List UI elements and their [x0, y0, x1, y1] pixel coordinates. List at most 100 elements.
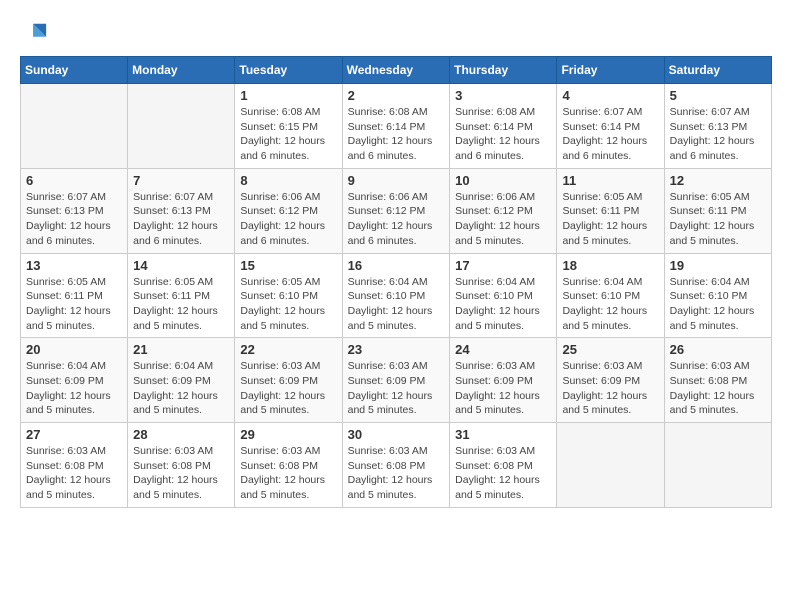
calendar-cell: 14Sunrise: 6:05 AM Sunset: 6:11 PM Dayli… [128, 253, 235, 338]
calendar-cell: 1 Sunrise: 6:08 AM Sunset: 6:15 PM Daylig… [235, 84, 342, 169]
calendar-cell: 28Sunrise: 6:03 AM Sunset: 6:08 PM Dayli… [128, 423, 235, 508]
calendar-cell: 8 Sunrise: 6:06 AM Sunset: 6:12 PM Daylig… [235, 168, 342, 253]
calendar-cell: 3 Sunrise: 6:08 AM Sunset: 6:14 PM Daylig… [450, 84, 557, 169]
day-number: 1 [240, 88, 336, 103]
day-info: Sunrise: 6:03 AM Sunset: 6:08 PM Dayligh… [348, 444, 445, 503]
day-info: Sunrise: 6:03 AM Sunset: 6:09 PM Dayligh… [562, 359, 658, 418]
day-info: Sunrise: 6:07 AM Sunset: 6:13 PM Dayligh… [670, 105, 766, 164]
day-info: Sunrise: 6:04 AM Sunset: 6:09 PM Dayligh… [133, 359, 229, 418]
day-info: Sunrise: 6:04 AM Sunset: 6:10 PM Dayligh… [348, 275, 445, 334]
calendar-cell: 11 Sunrise: 6:05 AM Sunset: 6:11 PM Dayli… [557, 168, 664, 253]
day-info: Sunrise: 6:08 AM Sunset: 6:14 PM Dayligh… [455, 105, 551, 164]
page-header [20, 20, 772, 48]
calendar-cell: 19 Sunrise: 6:04 AM Sunset: 6:10 PM Dayli… [664, 253, 771, 338]
day-info: Sunrise: 6:07 AM Sunset: 6:14 PM Dayligh… [562, 105, 658, 164]
calendar-cell: 20Sunrise: 6:04 AM Sunset: 6:09 PM Dayli… [21, 338, 128, 423]
day-info: Sunrise: 6:06 AM Sunset: 6:12 PM Dayligh… [240, 190, 336, 249]
calendar-cell: 17 Sunrise: 6:04 AM Sunset: 6:10 PM Dayli… [450, 253, 557, 338]
day-number: 8 [240, 173, 336, 188]
day-number: 18 [562, 258, 658, 273]
calendar-cell: 29 Sunrise: 6:03 AM Sunset: 6:08 PM Dayli… [235, 423, 342, 508]
day-info: Sunrise: 6:03 AM Sunset: 6:09 PM Dayligh… [348, 359, 445, 418]
day-info: Sunrise: 6:05 AM Sunset: 6:11 PM Dayligh… [670, 190, 766, 249]
week-row-2: 6 Sunrise: 6:07 AM Sunset: 6:13 PM Daylig… [21, 168, 772, 253]
day-number: 21 [133, 342, 229, 357]
calendar-cell: 9Sunrise: 6:06 AM Sunset: 6:12 PM Daylig… [342, 168, 450, 253]
day-number: 2 [348, 88, 445, 103]
day-info: Sunrise: 6:03 AM Sunset: 6:08 PM Dayligh… [26, 444, 122, 503]
day-number: 3 [455, 88, 551, 103]
day-number: 26 [670, 342, 766, 357]
day-info: Sunrise: 6:07 AM Sunset: 6:13 PM Dayligh… [26, 190, 122, 249]
calendar-cell: 7 Sunrise: 6:07 AM Sunset: 6:13 PM Daylig… [128, 168, 235, 253]
day-number: 4 [562, 88, 658, 103]
day-number: 12 [670, 173, 766, 188]
calendar-cell [128, 84, 235, 169]
day-header-sunday: Sunday [21, 57, 128, 84]
day-info: Sunrise: 6:03 AM Sunset: 6:08 PM Dayligh… [455, 444, 551, 503]
day-info: Sunrise: 6:04 AM Sunset: 6:09 PM Dayligh… [26, 359, 122, 418]
day-info: Sunrise: 6:04 AM Sunset: 6:10 PM Dayligh… [670, 275, 766, 334]
day-number: 29 [240, 427, 336, 442]
day-number: 25 [562, 342, 658, 357]
day-header-wednesday: Wednesday [342, 57, 450, 84]
calendar-cell: 13 Sunrise: 6:05 AM Sunset: 6:11 PM Dayli… [21, 253, 128, 338]
week-row-3: 13 Sunrise: 6:05 AM Sunset: 6:11 PM Dayli… [21, 253, 772, 338]
day-number: 13 [26, 258, 122, 273]
calendar-cell: 26 Sunrise: 6:03 AM Sunset: 6:08 PM Dayli… [664, 338, 771, 423]
calendar-cell: 2 Sunrise: 6:08 AM Sunset: 6:14 PM Daylig… [342, 84, 450, 169]
day-number: 5 [670, 88, 766, 103]
week-row-5: 27 Sunrise: 6:03 AM Sunset: 6:08 PM Dayli… [21, 423, 772, 508]
calendar-cell: 15 Sunrise: 6:05 AM Sunset: 6:10 PM Dayli… [235, 253, 342, 338]
calendar-cell: 25 Sunrise: 6:03 AM Sunset: 6:09 PM Dayli… [557, 338, 664, 423]
calendar-cell: 10Sunrise: 6:06 AM Sunset: 6:12 PM Dayli… [450, 168, 557, 253]
day-number: 17 [455, 258, 551, 273]
day-info: Sunrise: 6:05 AM Sunset: 6:11 PM Dayligh… [562, 190, 658, 249]
day-info: Sunrise: 6:03 AM Sunset: 6:08 PM Dayligh… [133, 444, 229, 503]
day-number: 7 [133, 173, 229, 188]
calendar-header-row: SundayMondayTuesdayWednesdayThursdayFrid… [21, 57, 772, 84]
day-info: Sunrise: 6:03 AM Sunset: 6:08 PM Dayligh… [670, 359, 766, 418]
logo-icon [20, 20, 48, 48]
day-number: 22 [240, 342, 336, 357]
day-info: Sunrise: 6:08 AM Sunset: 6:14 PM Dayligh… [348, 105, 445, 164]
day-info: Sunrise: 6:05 AM Sunset: 6:11 PM Dayligh… [26, 275, 122, 334]
day-info: Sunrise: 6:04 AM Sunset: 6:10 PM Dayligh… [455, 275, 551, 334]
day-number: 19 [670, 258, 766, 273]
day-header-saturday: Saturday [664, 57, 771, 84]
calendar-cell: 12 Sunrise: 6:05 AM Sunset: 6:11 PM Dayli… [664, 168, 771, 253]
calendar-cell [664, 423, 771, 508]
calendar-cell: 30Sunrise: 6:03 AM Sunset: 6:08 PM Dayli… [342, 423, 450, 508]
day-header-monday: Monday [128, 57, 235, 84]
day-info: Sunrise: 6:03 AM Sunset: 6:09 PM Dayligh… [240, 359, 336, 418]
week-row-1: 1 Sunrise: 6:08 AM Sunset: 6:15 PM Daylig… [21, 84, 772, 169]
day-number: 31 [455, 427, 551, 442]
day-header-tuesday: Tuesday [235, 57, 342, 84]
day-info: Sunrise: 6:04 AM Sunset: 6:10 PM Dayligh… [562, 275, 658, 334]
day-number: 6 [26, 173, 122, 188]
logo [20, 20, 52, 48]
day-number: 27 [26, 427, 122, 442]
day-info: Sunrise: 6:08 AM Sunset: 6:15 PM Dayligh… [240, 105, 336, 164]
day-number: 15 [240, 258, 336, 273]
calendar-cell: 16 Sunrise: 6:04 AM Sunset: 6:10 PM Dayli… [342, 253, 450, 338]
calendar-cell: 27 Sunrise: 6:03 AM Sunset: 6:08 PM Dayli… [21, 423, 128, 508]
calendar-body: 1 Sunrise: 6:08 AM Sunset: 6:15 PM Daylig… [21, 84, 772, 508]
day-info: Sunrise: 6:03 AM Sunset: 6:08 PM Dayligh… [240, 444, 336, 503]
day-info: Sunrise: 6:06 AM Sunset: 6:12 PM Dayligh… [348, 190, 445, 249]
day-number: 11 [562, 173, 658, 188]
day-number: 14 [133, 258, 229, 273]
calendar-table: SundayMondayTuesdayWednesdayThursdayFrid… [20, 56, 772, 508]
calendar-cell: 22 Sunrise: 6:03 AM Sunset: 6:09 PM Dayli… [235, 338, 342, 423]
day-number: 16 [348, 258, 445, 273]
week-row-4: 20Sunrise: 6:04 AM Sunset: 6:09 PM Dayli… [21, 338, 772, 423]
day-info: Sunrise: 6:05 AM Sunset: 6:10 PM Dayligh… [240, 275, 336, 334]
calendar-cell: 18 Sunrise: 6:04 AM Sunset: 6:10 PM Dayli… [557, 253, 664, 338]
calendar-cell: 21 Sunrise: 6:04 AM Sunset: 6:09 PM Dayli… [128, 338, 235, 423]
day-info: Sunrise: 6:07 AM Sunset: 6:13 PM Dayligh… [133, 190, 229, 249]
calendar-cell: 5 Sunrise: 6:07 AM Sunset: 6:13 PM Daylig… [664, 84, 771, 169]
day-number: 24 [455, 342, 551, 357]
calendar-cell: 6 Sunrise: 6:07 AM Sunset: 6:13 PM Daylig… [21, 168, 128, 253]
calendar-cell [21, 84, 128, 169]
calendar-cell: 4 Sunrise: 6:07 AM Sunset: 6:14 PM Daylig… [557, 84, 664, 169]
